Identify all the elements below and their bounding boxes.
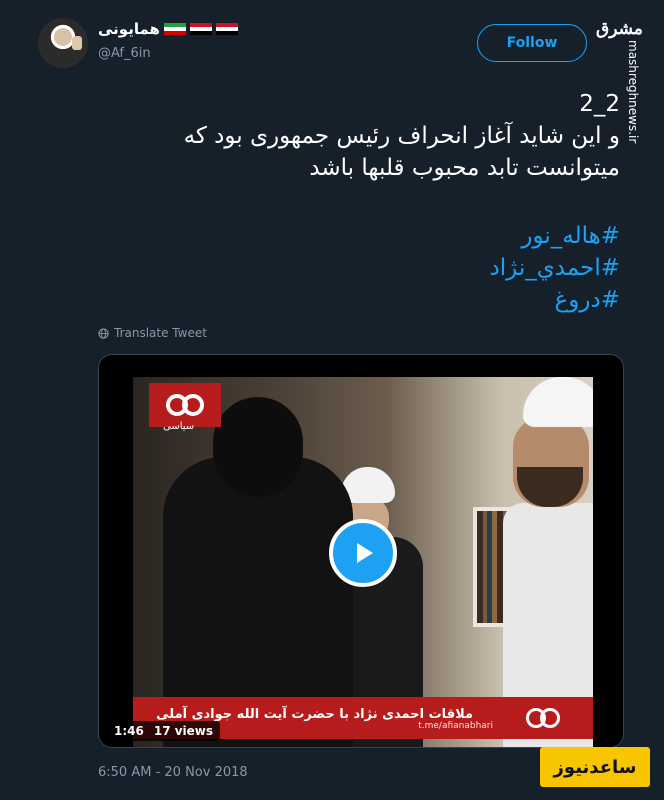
- video-views: 17 views: [153, 724, 214, 738]
- video-duration: 1:46: [114, 724, 144, 738]
- hashtag-link[interactable]: #هاله_نور: [80, 220, 620, 252]
- author-name[interactable]: همایونی: [98, 20, 160, 38]
- globe-icon: [98, 327, 109, 339]
- video-player[interactable]: سیاسی ملاقات احمدی نژاد با حضرت آیت الله…: [98, 354, 624, 748]
- follow-button[interactable]: Follow: [477, 24, 587, 62]
- hashtag-link[interactable]: #دروغ: [80, 284, 620, 316]
- hashtag-link[interactable]: #احمدي_نژاد: [80, 252, 620, 284]
- channel-logo-small: [513, 701, 573, 735]
- bottom-watermark: ساعدنیوز: [540, 747, 650, 787]
- avatar[interactable]: [38, 18, 88, 68]
- translate-tweet-link[interactable]: Translate Tweet: [98, 326, 207, 340]
- translate-label: Translate Tweet: [114, 326, 207, 340]
- tweet-timestamp[interactable]: 6:50 AM - 20 Nov 2018: [98, 765, 248, 780]
- author-name-row: همایونی: [98, 20, 238, 38]
- video-caption-handle: t.me/afianabhari: [418, 721, 493, 731]
- tweet-line: 2_2: [579, 91, 620, 117]
- author-handle[interactable]: @Af_6in: [98, 46, 151, 61]
- channel-logo: سیاسی: [149, 383, 221, 432]
- video-caption: ملاقات احمدی نژاد با حضرت آیت الله جوادی…: [156, 707, 473, 722]
- tweet-text: 2_2 و این شاید آغاز انحراف رئیس جمهوری ب…: [80, 88, 620, 184]
- video-duration-badge: 1:46 17 views: [107, 721, 221, 741]
- site-url-watermark: mashreghnews.ir: [626, 40, 640, 144]
- tweet-line: و این شاید آغاز انحراف رئیس جمهوری بود ک…: [183, 123, 620, 149]
- play-icon: [357, 543, 373, 563]
- iraq-flag-icon: [189, 22, 212, 36]
- syria-flag-icon: [215, 22, 238, 36]
- cleric-figure: [503, 377, 593, 747]
- iran-flag-icon: [163, 22, 186, 36]
- hashtags: #هاله_نور #احمدي_نژاد #دروغ: [80, 220, 620, 316]
- play-button[interactable]: [329, 519, 397, 587]
- tweet-line: میتوانست تابد محبوب قلبها باشد: [309, 155, 620, 181]
